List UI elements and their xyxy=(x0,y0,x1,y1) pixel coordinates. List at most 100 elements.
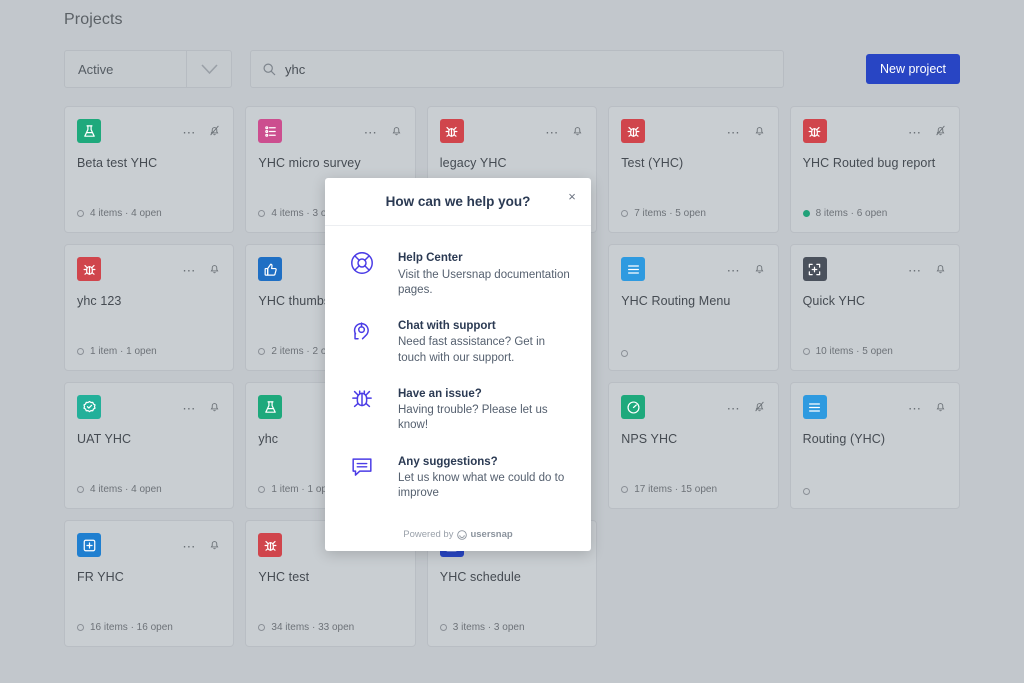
project-card[interactable]: ⋯ YHC Routing Menu xyxy=(608,244,779,371)
notifications-toggle[interactable] xyxy=(208,400,221,418)
notifications-toggle[interactable] xyxy=(571,124,584,142)
project-name: YHC schedule xyxy=(439,570,521,584)
help-option-desc: Visit the Usersnap documentation pages. xyxy=(398,268,570,296)
more-options-icon[interactable]: ⋯ xyxy=(182,264,196,277)
card-header: ⋯ xyxy=(77,395,221,419)
notifications-toggle[interactable] xyxy=(208,538,221,556)
card-actions: ⋯ xyxy=(182,119,221,142)
more-options-icon[interactable]: ⋯ xyxy=(908,126,922,139)
bug-icon xyxy=(439,119,464,143)
card-stats-text: 7 items · 5 open xyxy=(634,208,706,219)
help-modal: How can we help you? × Help Center Visit … xyxy=(325,178,591,551)
notifications-toggle[interactable] xyxy=(208,262,221,280)
bug-icon xyxy=(345,384,379,412)
close-icon[interactable]: × xyxy=(564,188,580,204)
bell-icon xyxy=(755,265,763,274)
more-options-icon[interactable]: ⋯ xyxy=(182,126,196,139)
status-filter-select[interactable]: Active xyxy=(64,50,232,88)
card-header: ⋯ xyxy=(258,119,402,143)
new-project-button[interactable]: New project xyxy=(866,54,960,84)
card-header: ⋯ xyxy=(439,119,584,143)
more-options-icon[interactable]: ⋯ xyxy=(727,264,741,277)
toolbar: Active New project xyxy=(64,50,960,88)
project-card[interactable]: ⋯ YHC Routed bug report 8 items · 6 open xyxy=(789,106,960,233)
project-card[interactable]: ⋯ Test (YHC) 7 items · 5 open xyxy=(608,106,779,233)
notifications-toggle[interactable] xyxy=(934,124,947,142)
project-name: YHC Routing Menu xyxy=(621,294,731,308)
badge-check-icon xyxy=(77,395,101,419)
project-name: Beta test YHC xyxy=(77,156,158,170)
project-card[interactable]: ⋯ UAT YHC 4 items · 4 open xyxy=(64,382,235,509)
card-stats-text: 17 items · 15 open xyxy=(634,484,718,495)
card-stats: 3 items · 3 open xyxy=(439,622,525,633)
crosshair-icon xyxy=(802,257,827,281)
more-options-icon[interactable]: ⋯ xyxy=(364,126,378,139)
status-badge xyxy=(802,210,810,217)
more-options-icon[interactable]: ⋯ xyxy=(727,126,741,139)
status-badge xyxy=(77,624,84,631)
more-options-icon[interactable]: ⋯ xyxy=(727,402,741,415)
card-stats: 10 items · 5 open xyxy=(802,346,893,357)
search-box[interactable] xyxy=(250,50,784,88)
bell-icon xyxy=(573,127,582,136)
card-stats: 8 items · 6 open xyxy=(802,208,887,219)
status-badge xyxy=(802,348,810,355)
bell-off-icon xyxy=(754,401,764,412)
notifications-toggle[interactable] xyxy=(390,124,403,142)
help-option-4[interactable]: Any suggestions? Let us know what we coul… xyxy=(325,444,591,512)
help-option-text: Have an issue? Having trouble? Please let… xyxy=(379,384,573,434)
more-options-icon[interactable]: ⋯ xyxy=(908,402,922,415)
project-name: UAT YHC xyxy=(77,432,132,446)
status-badge xyxy=(258,624,266,631)
project-card[interactable]: ⋯ NPS YHC 17 items · 15 open xyxy=(608,382,779,509)
card-header: ⋯ xyxy=(621,257,765,281)
bell-icon xyxy=(210,265,219,274)
card-stats: 34 items · 33 open xyxy=(258,622,354,633)
help-option-3[interactable]: Have an issue? Having trouble? Please let… xyxy=(325,376,591,444)
card-actions: ⋯ xyxy=(908,395,947,418)
more-options-icon[interactable]: ⋯ xyxy=(182,402,196,415)
notifications-toggle[interactable] xyxy=(934,400,947,418)
help-option-1[interactable]: Help Center Visit the Usersnap documentat… xyxy=(325,240,591,308)
more-options-icon[interactable]: ⋯ xyxy=(545,126,559,139)
menu-icon xyxy=(802,395,827,419)
card-actions: ⋯ xyxy=(908,119,947,142)
flask-icon xyxy=(258,395,283,419)
chat-support-icon xyxy=(345,316,379,344)
card-header: ⋯ xyxy=(802,395,947,419)
flask-icon xyxy=(77,119,101,143)
more-options-icon[interactable]: ⋯ xyxy=(182,540,196,553)
project-card[interactable]: ⋯ Quick YHC 10 items · 5 open xyxy=(789,244,960,371)
help-options-list: Help Center Visit the Usersnap documentat… xyxy=(325,226,591,511)
status-badge xyxy=(439,624,447,631)
card-actions: ⋯ xyxy=(182,257,221,280)
project-name: Routing (YHC) xyxy=(802,432,886,446)
status-badge xyxy=(77,348,84,355)
help-option-text: Help Center Visit the Usersnap documentat… xyxy=(379,248,573,298)
notifications-toggle[interactable] xyxy=(934,262,947,280)
project-card[interactable]: ⋯ Routing (YHC) xyxy=(789,382,960,509)
bell-off-icon xyxy=(936,125,945,136)
card-actions: ⋯ xyxy=(182,533,221,556)
project-name: YHC micro survey xyxy=(258,156,361,170)
help-option-title: Chat with support xyxy=(398,319,496,332)
notifications-toggle[interactable] xyxy=(753,400,766,418)
card-stats: 4 items · 4 open xyxy=(77,484,162,495)
notifications-toggle[interactable] xyxy=(753,124,766,142)
notifications-toggle[interactable] xyxy=(753,262,766,280)
project-card[interactable]: ⋯ FR YHC 16 items · 16 open xyxy=(64,520,235,647)
project-card[interactable]: ⋯ yhc 123 1 item · 1 open xyxy=(64,244,235,371)
card-stats-text: 4 items · 4 open xyxy=(90,484,162,495)
more-options-icon[interactable]: ⋯ xyxy=(908,264,922,277)
help-option-text: Chat with support Need fast assistance? G… xyxy=(379,316,573,366)
bell-off-icon xyxy=(210,125,220,136)
project-name: Test (YHC) xyxy=(621,156,684,170)
notifications-toggle[interactable] xyxy=(208,124,221,142)
card-stats-text: 1 item · 1 open xyxy=(90,346,157,357)
search-input[interactable] xyxy=(285,61,783,77)
bell-icon xyxy=(392,127,401,136)
chevron-down-icon[interactable] xyxy=(186,51,231,87)
powered-by-label: Powered by xyxy=(403,529,454,540)
help-option-2[interactable]: Chat with support Need fast assistance? G… xyxy=(325,308,591,376)
project-card[interactable]: ⋯ Beta test YHC 4 items · 4 open xyxy=(64,106,235,233)
